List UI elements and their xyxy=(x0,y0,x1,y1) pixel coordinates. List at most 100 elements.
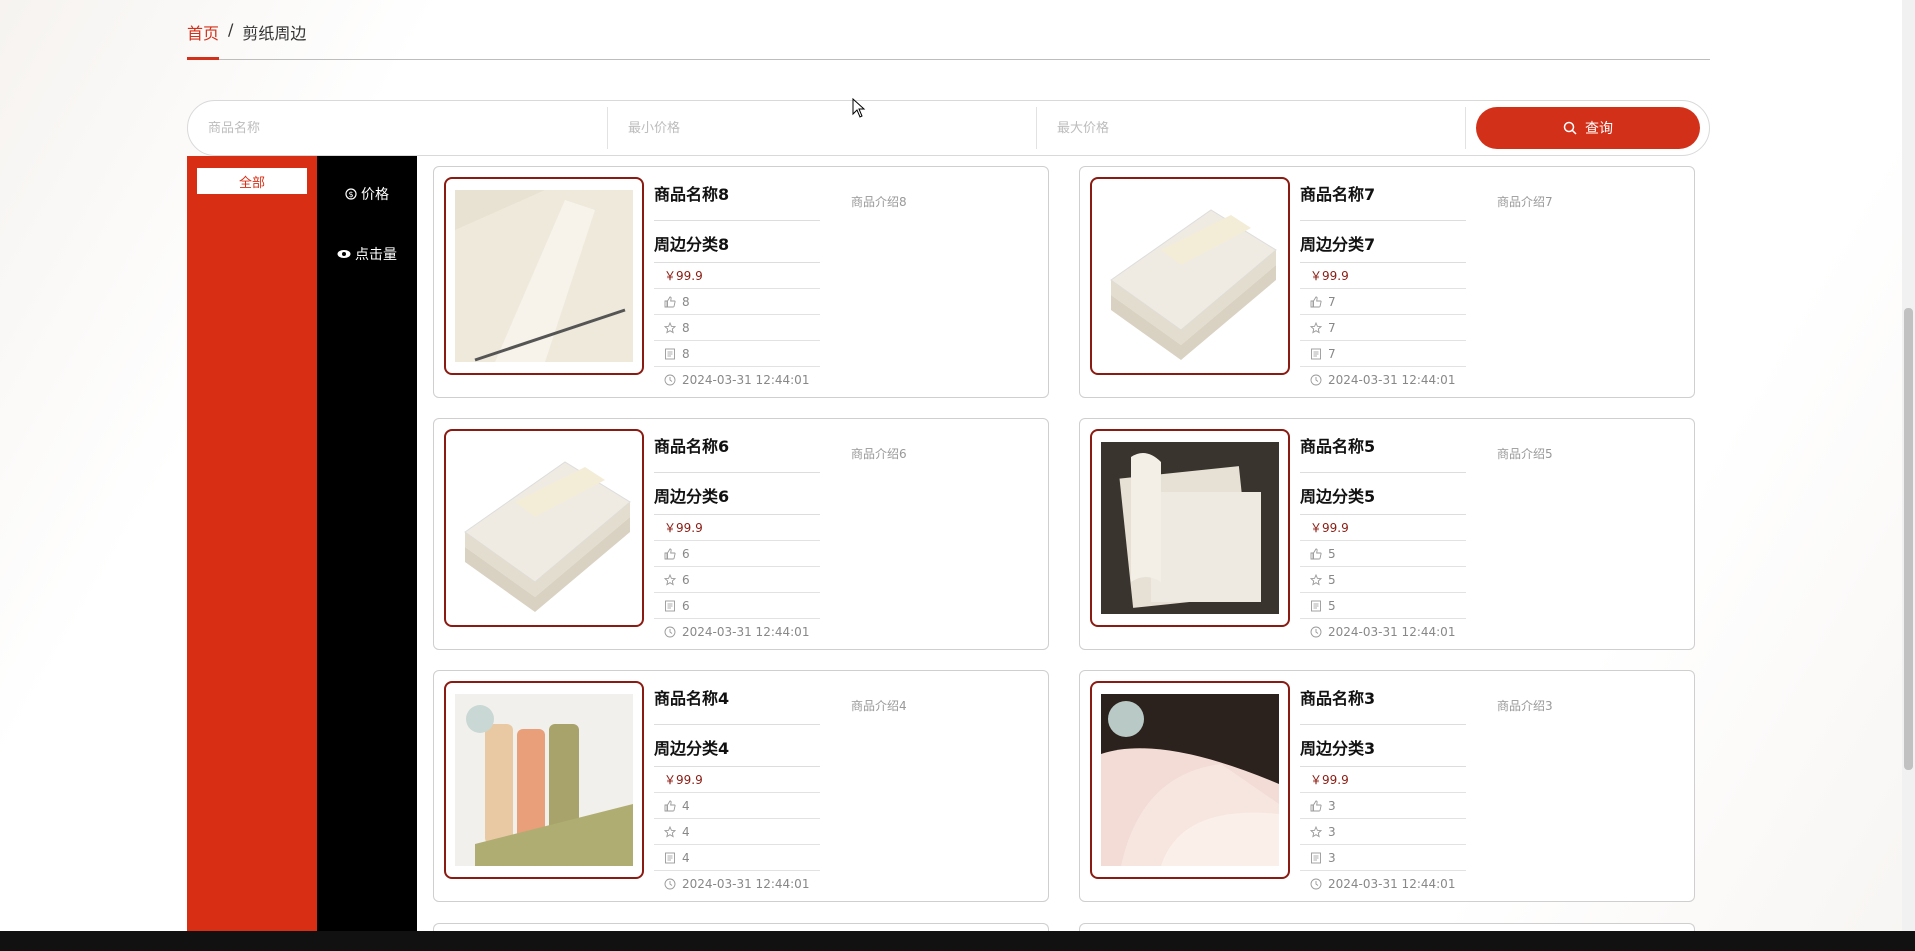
comments-row: 7 xyxy=(1300,341,1466,367)
paper-stack-icon xyxy=(455,442,633,614)
clock-icon xyxy=(1310,626,1322,638)
scrollbar[interactable] xyxy=(1902,0,1915,931)
sort-by-price[interactable]: $ 价格 xyxy=(317,184,417,204)
product-name[interactable]: 商品名称6 xyxy=(654,433,820,473)
price-row: ￥99.9 xyxy=(654,263,820,289)
favorites-row: 6 xyxy=(654,567,820,593)
product-price: ￥99.9 xyxy=(664,269,703,283)
product-likes: 3 xyxy=(1328,798,1336,813)
product-info: 商品名称5 周边分类5 ￥99.9 5 5 5 2024-03-31 12:44… xyxy=(1300,433,1466,645)
clock-icon xyxy=(1310,878,1322,890)
product-card[interactable]: 商品名称6 周边分类6 ￥99.9 6 6 6 2024-03-31 12:44… xyxy=(433,418,1049,650)
pink-paper-icon xyxy=(1101,694,1279,866)
product-image[interactable] xyxy=(1090,177,1290,375)
product-image[interactable] xyxy=(1090,681,1290,879)
breadcrumb-current: 剪纸周边 xyxy=(242,24,307,43)
product-image[interactable] xyxy=(444,681,644,879)
search-button[interactable]: 查询 xyxy=(1476,107,1700,149)
search-bar: 查询 xyxy=(187,100,1710,156)
comments-row: 8 xyxy=(654,341,820,367)
product-info: 商品名称7 周边分类7 ￥99.9 7 7 7 2024-03-31 12:44… xyxy=(1300,181,1466,393)
document-icon xyxy=(1311,600,1321,611)
search-button-label: 查询 xyxy=(1585,121,1613,137)
product-info: 商品名称6 周边分类6 ￥99.9 6 6 6 2024-03-31 12:44… xyxy=(654,433,820,645)
product-price: ￥99.9 xyxy=(1310,773,1349,787)
product-time: 2024-03-31 12:44:01 xyxy=(1328,625,1456,639)
product-card[interactable]: 商品名称7 周边分类7 ￥99.9 7 7 7 2024-03-31 12:44… xyxy=(1079,166,1695,398)
product-favorites: 4 xyxy=(682,824,690,839)
time-row: 2024-03-31 12:44:01 xyxy=(1300,871,1466,897)
min-price-input[interactable] xyxy=(628,120,1036,136)
clock-icon xyxy=(664,878,676,890)
clock-icon xyxy=(664,374,676,386)
category-all-button[interactable]: 全部 xyxy=(197,168,307,194)
product-category: 周边分类3 xyxy=(1300,725,1466,767)
breadcrumb-home[interactable]: 首页 xyxy=(187,20,220,60)
product-time: 2024-03-31 12:44:01 xyxy=(682,625,810,639)
paper-stack-icon xyxy=(1101,190,1279,362)
product-favorites: 5 xyxy=(1328,572,1336,587)
product-card[interactable]: 商品名称3 周边分类3 ￥99.9 3 3 3 2024-03-31 12:44… xyxy=(1079,670,1695,902)
category-sidebar: 全部 xyxy=(187,156,317,931)
product-likes: 6 xyxy=(682,546,690,561)
product-name[interactable]: 商品名称5 xyxy=(1300,433,1466,473)
product-name[interactable]: 商品名称3 xyxy=(1300,685,1466,725)
name-search-input[interactable] xyxy=(208,120,607,136)
time-row: 2024-03-31 12:44:01 xyxy=(1300,619,1466,645)
search-icon xyxy=(1563,121,1577,135)
mouse-cursor-icon xyxy=(852,98,866,118)
breadcrumb: 首页 / 剪纸周边 xyxy=(187,20,1710,60)
product-info: 商品名称4 周边分类4 ￥99.9 4 4 4 2024-03-31 12:44… xyxy=(654,685,820,897)
clock-icon xyxy=(664,626,676,638)
document-icon xyxy=(1311,348,1321,359)
product-name[interactable]: 商品名称4 xyxy=(654,685,820,725)
favorites-row: 4 xyxy=(654,819,820,845)
price-row: ￥99.9 xyxy=(654,515,820,541)
product-time: 2024-03-31 12:44:01 xyxy=(1328,373,1456,387)
product-price: ￥99.9 xyxy=(1310,269,1349,283)
thumbs-up-icon xyxy=(664,296,676,307)
product-intro: 商品介绍4 xyxy=(851,699,907,713)
product-card[interactable]: 商品名称5 周边分类5 ￥99.9 5 5 5 2024-03-31 12:44… xyxy=(1079,418,1695,650)
product-price: ￥99.9 xyxy=(1310,521,1349,535)
time-row: 2024-03-31 12:44:01 xyxy=(654,619,820,645)
product-intro: 商品介绍5 xyxy=(1497,447,1553,461)
product-image[interactable] xyxy=(444,429,644,627)
product-name[interactable]: 商品名称8 xyxy=(654,181,820,221)
product-image[interactable] xyxy=(444,177,644,375)
svg-text:$: $ xyxy=(348,190,353,199)
thumbs-up-icon xyxy=(1310,296,1322,307)
product-image[interactable] xyxy=(1090,429,1290,627)
product-favorites: 7 xyxy=(1328,320,1336,335)
max-price-input[interactable] xyxy=(1057,120,1465,136)
favorites-row: 8 xyxy=(654,315,820,341)
star-icon xyxy=(1310,321,1322,334)
thumbs-up-icon xyxy=(664,800,676,811)
favorites-row: 3 xyxy=(1300,819,1466,845)
product-name[interactable]: 商品名称7 xyxy=(1300,181,1466,221)
product-intro: 商品介绍3 xyxy=(1497,699,1553,713)
product-time: 2024-03-31 12:44:01 xyxy=(682,877,810,891)
product-favorites: 6 xyxy=(682,572,690,587)
star-icon xyxy=(664,573,676,586)
likes-row: 7 xyxy=(1300,289,1466,315)
name-search-field xyxy=(188,107,608,149)
product-likes: 7 xyxy=(1328,294,1336,309)
sort-price-label: 价格 xyxy=(361,187,389,203)
likes-row: 6 xyxy=(654,541,820,567)
product-category: 周边分类8 xyxy=(654,221,820,263)
product-category: 周边分类5 xyxy=(1300,473,1466,515)
product-card[interactable]: 商品名称4 周边分类4 ￥99.9 4 4 4 2024-03-31 12:44… xyxy=(433,670,1049,902)
product-likes: 4 xyxy=(682,798,690,813)
taskbar xyxy=(0,931,1915,951)
sort-by-clicks[interactable]: 点击量 xyxy=(317,244,417,264)
min-price-field xyxy=(608,107,1037,149)
star-icon xyxy=(1310,825,1322,838)
product-card[interactable]: 商品名称8 周边分类8 ￥99.9 8 8 8 2024-03-31 12:44… xyxy=(433,166,1049,398)
product-comments: 7 xyxy=(1328,346,1336,361)
star-icon xyxy=(664,825,676,838)
favorites-row: 5 xyxy=(1300,567,1466,593)
scrollbar-thumb[interactable] xyxy=(1904,308,1913,770)
comments-row: 3 xyxy=(1300,845,1466,871)
sort-clicks-label: 点击量 xyxy=(355,247,397,263)
